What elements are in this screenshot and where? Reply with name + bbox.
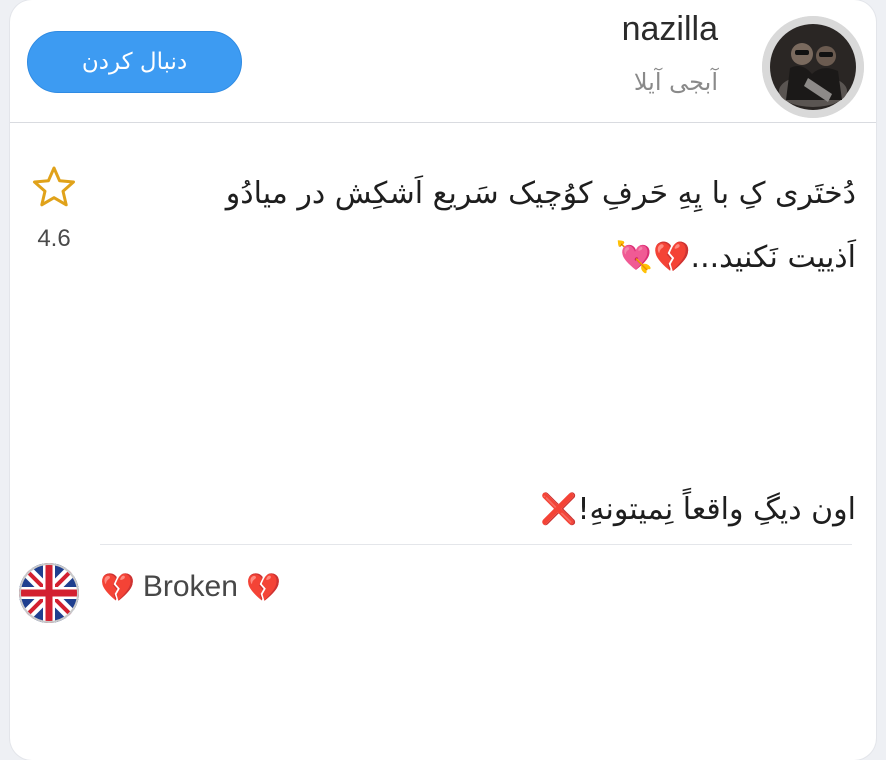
uk-flag-icon[interactable] <box>19 563 79 623</box>
broken-heart-icon: 💔 <box>100 570 135 604</box>
post-line-2: اَذییت نَکنید...💔💘 <box>136 226 856 290</box>
translation-text: 💔 Broken 💔 <box>100 566 281 608</box>
star-outline-icon <box>33 166 75 207</box>
header-divider <box>10 122 876 123</box>
username[interactable]: nazilla <box>622 10 718 49</box>
broken-heart-icon: 💔 <box>245 570 281 604</box>
uk-flag-graphic <box>19 563 79 623</box>
translation-label: Broken <box>142 570 238 603</box>
favorite-button[interactable] <box>28 165 80 213</box>
avatar-image <box>762 16 864 118</box>
post-line-2-text: اَذییت نَکنید... <box>690 240 856 275</box>
rating-value: 4.6 <box>37 225 71 252</box>
cross-mark-icon: ❌ <box>540 492 578 527</box>
user-subtitle: آبجی آیلا <box>633 68 718 96</box>
translation-divider <box>100 544 852 545</box>
post-closing-text: اون دیگِ واقعاً نِمیتونهِ! <box>577 492 856 527</box>
post-closing-line: اون دیگِ واقعاً نِمیتونهِ!❌ <box>136 478 856 542</box>
follow-button[interactable]: دنبال کردن <box>27 31 242 93</box>
post-line-1: دُختَری کِ با یِهِ حَرفِ کوُچیک سَریع اَ… <box>225 176 856 211</box>
heart-arrow-icon: 💘 <box>615 240 654 275</box>
post-body: دُختَری کِ با یِهِ حَرفِ کوُچیک سَریع اَ… <box>136 162 856 290</box>
broken-heart-icon: 💔 <box>653 240 691 275</box>
avatar[interactable] <box>762 16 864 118</box>
post-card <box>10 0 876 760</box>
